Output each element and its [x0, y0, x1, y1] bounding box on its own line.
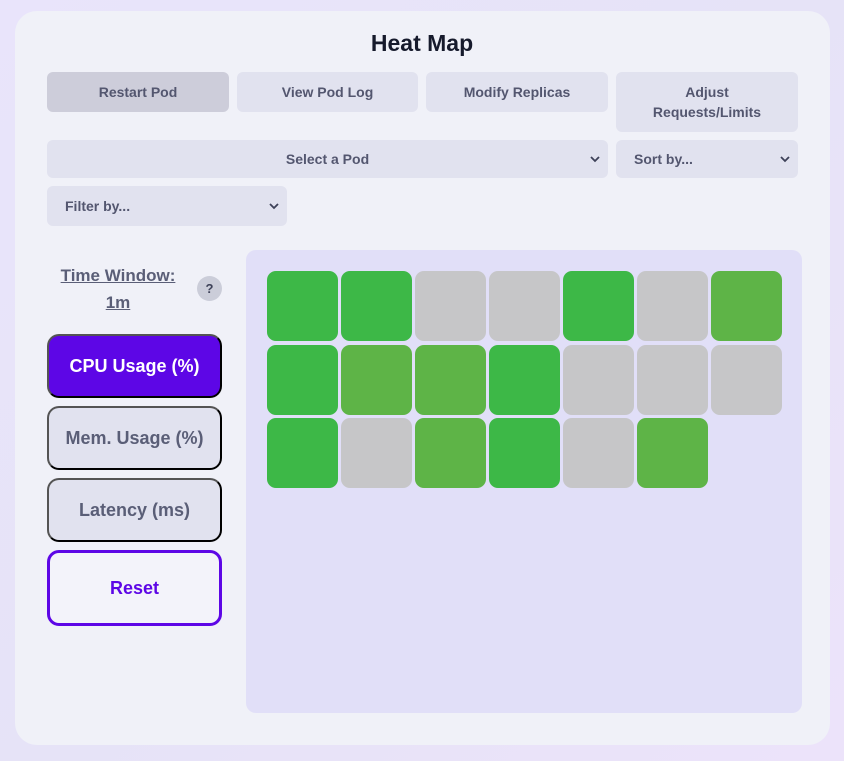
pod-select[interactable]: Select a Pod	[47, 140, 608, 178]
heatmap-grid	[246, 250, 802, 713]
heatmap-cell[interactable]	[637, 271, 708, 341]
modify-replicas-button[interactable]: Modify Replicas	[426, 72, 608, 112]
chevron-down-icon	[590, 156, 600, 163]
heatmap-cell[interactable]	[341, 418, 412, 488]
reset-button[interactable]: Reset	[47, 550, 222, 626]
chevron-down-icon	[269, 203, 279, 210]
filter-select[interactable]: Filter by...	[47, 186, 287, 226]
heatmap-cell[interactable]	[415, 271, 486, 341]
filter-select-value: Filter by...	[65, 198, 131, 214]
restart-pod-button[interactable]: Restart Pod	[47, 72, 229, 112]
heatmap-cell[interactable]	[563, 418, 634, 488]
chevron-down-icon	[780, 156, 790, 163]
latency-button[interactable]: Latency (ms)	[47, 478, 222, 542]
time-window-link[interactable]: Time Window: 1m	[47, 262, 189, 316]
mem-usage-button[interactable]: Mem. Usage (%)	[47, 406, 222, 470]
heatmap-cell[interactable]	[415, 344, 486, 415]
heatmap-cell[interactable]	[341, 271, 412, 341]
heatmap-cell[interactable]	[563, 344, 634, 415]
heatmap-cell[interactable]	[711, 344, 782, 415]
heatmap-cell[interactable]	[267, 344, 338, 415]
page-title: Heat Map	[370, 30, 474, 56]
heatmap-cell[interactable]	[267, 271, 338, 341]
heatmap-cell[interactable]	[637, 418, 708, 488]
heatmap-cell[interactable]	[267, 418, 338, 488]
heatmap-cell[interactable]	[489, 344, 560, 415]
heatmap-cell[interactable]	[341, 344, 412, 415]
heatmap-cell[interactable]	[489, 271, 560, 341]
adjust-requests-limits-button[interactable]: Adjust Requests/Limits	[616, 72, 798, 132]
heatmap-cell[interactable]	[711, 271, 782, 341]
help-icon[interactable]: ?	[197, 276, 222, 301]
cpu-usage-button[interactable]: CPU Usage (%)	[47, 334, 222, 398]
view-pod-log-button[interactable]: View Pod Log	[237, 72, 418, 112]
heatmap-cell[interactable]	[489, 418, 560, 488]
pod-select-value: Select a Pod	[285, 151, 370, 167]
sort-select[interactable]: Sort by...	[616, 140, 798, 178]
sort-select-value: Sort by...	[634, 151, 693, 167]
heatmap-cell[interactable]	[415, 418, 486, 488]
heatmap-cell[interactable]	[637, 344, 708, 415]
heatmap-cell[interactable]	[563, 271, 634, 341]
